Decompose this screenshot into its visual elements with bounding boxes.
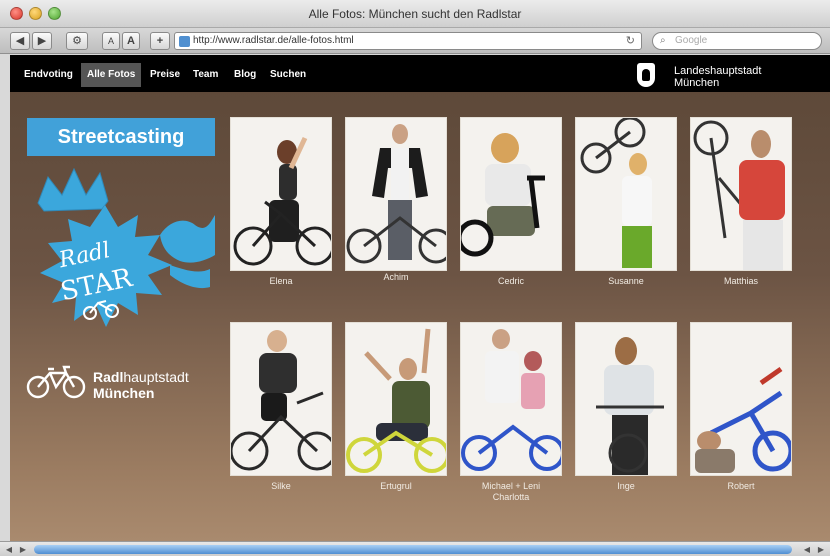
favicon-icon	[179, 36, 190, 47]
portrait-photo	[346, 124, 446, 264]
photo-caption: Silke	[271, 481, 291, 491]
city-name-line1: Landeshauptstadt	[674, 65, 762, 77]
nav-item-blog[interactable]: Blog	[228, 63, 262, 87]
photo-caption-line2: Charlotta	[492, 492, 530, 502]
crown-shape	[37, 167, 109, 212]
photo-caption: Ertugrul	[380, 481, 412, 491]
nav-item-endvoting[interactable]: Endvoting	[18, 63, 79, 87]
photo-caption: Matthias	[723, 276, 758, 286]
photo-caption: Achim	[383, 272, 409, 282]
photo-caption: Michael + Leni Charlotta	[456, 481, 566, 503]
scroll-left-button-right[interactable]: ◀	[800, 544, 814, 555]
bicycle-logo-icon	[26, 365, 86, 399]
photo-card[interactable]	[460, 322, 562, 476]
portrait-photo	[693, 120, 785, 270]
photo-caption: Inge	[617, 481, 635, 491]
reload-icon[interactable]: ↻	[626, 34, 635, 47]
nav-item-team[interactable]: Team	[187, 63, 224, 87]
portrait-photo	[233, 136, 331, 266]
portrait-photo	[231, 330, 331, 471]
photo-card[interactable]	[575, 117, 677, 271]
window-titlebar: Alle Fotos: München sucht den Radlstar	[0, 0, 830, 28]
photo-card[interactable]	[690, 322, 792, 476]
photo-card[interactable]	[575, 322, 677, 476]
scroll-right-button-left[interactable]: ▶	[16, 544, 30, 555]
brand-city: München	[93, 385, 155, 401]
photo-card[interactable]	[460, 117, 562, 271]
streetcasting-banner[interactable]: Streetcasting	[27, 118, 215, 156]
window-title: Alle Fotos: München sucht den Radlstar	[308, 7, 522, 21]
address-bar[interactable]: http://www.radlstar.de/alle-fotos.html ↻	[174, 32, 642, 50]
search-icon: ⌕	[660, 35, 666, 46]
photo-caption-line1: Michael + Leni	[481, 481, 541, 491]
nav-item-suchen[interactable]: Suchen	[264, 63, 312, 87]
search-input[interactable]: ⌕ Google	[652, 32, 822, 50]
main-navigation: Endvoting Alle Fotos Preise Team Blog Su…	[10, 55, 830, 92]
city-name-line2: München	[674, 77, 720, 89]
radlhauptstadt-brand[interactable]: Radlhauptstadt München	[93, 369, 189, 401]
forward-button[interactable]: ▶	[32, 32, 52, 50]
search-placeholder: Google	[675, 35, 708, 46]
text-larger-button[interactable]: A	[122, 32, 140, 50]
web-page: Endvoting Alle Fotos Preise Team Blog Su…	[10, 55, 830, 541]
url-text: http://www.radlstar.de/alle-fotos.html	[193, 35, 354, 46]
photo-caption: Cedric	[497, 276, 524, 286]
splash-shape	[160, 215, 215, 263]
nav-item-preise[interactable]: Preise	[144, 63, 186, 87]
photo-card[interactable]	[345, 322, 447, 476]
portrait-photo	[461, 329, 561, 471]
photo-caption: Susanne	[608, 276, 644, 286]
photo-caption: Elena	[269, 276, 293, 286]
scroll-left-button[interactable]: ◀	[2, 544, 16, 555]
portrait-photo	[596, 337, 664, 475]
nav-item-alle-fotos[interactable]: Alle Fotos	[81, 63, 142, 87]
photo-caption: Robert	[727, 481, 755, 491]
scroll-right-button[interactable]: ▶	[814, 544, 828, 555]
browser-toolbar: ◀ ▶ ⚙ A A + http://www.radlstar.de/alle-…	[0, 28, 830, 54]
photo-card[interactable]	[345, 117, 447, 271]
brand-light: hauptstadt	[123, 369, 189, 385]
portrait-photo	[461, 133, 545, 257]
settings-button[interactable]: ⚙	[66, 32, 88, 50]
photo-card[interactable]	[230, 322, 332, 476]
brand-bold: Radl	[93, 369, 124, 385]
horizontal-scrollbar[interactable]: ◀ ▶ ◀ ▶	[0, 541, 830, 556]
photo-card[interactable]	[690, 117, 792, 271]
splash-shape-2	[170, 265, 210, 289]
text-smaller-button[interactable]: A	[102, 32, 120, 50]
photo-card[interactable]	[230, 117, 332, 271]
add-bookmark-button[interactable]: +	[150, 32, 170, 50]
portrait-photo	[695, 366, 791, 473]
portrait-photo	[346, 328, 446, 473]
portrait-photo	[580, 118, 652, 268]
back-button[interactable]: ◀	[10, 32, 30, 50]
scroll-thumb[interactable]	[34, 545, 792, 554]
radlstar-logo[interactable]: Radl STAR	[10, 165, 215, 355]
munich-crest-icon	[637, 63, 655, 87]
